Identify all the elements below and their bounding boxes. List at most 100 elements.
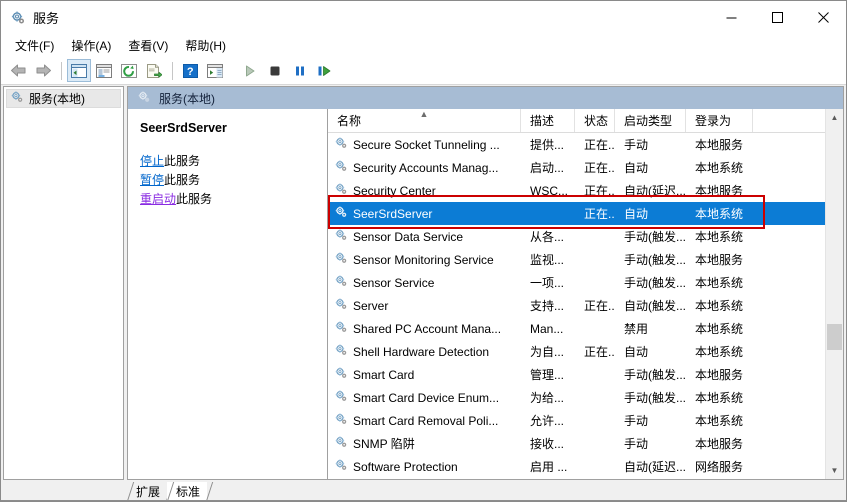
stop-service-suffix: 此服务 [164,154,201,168]
cell-log-on-as: 网络服务 [695,460,744,474]
services-list: 名称 ▲ 描述 状态 启动类型 登录为 Secure Socket Tunneling .… [328,109,843,479]
refresh-button[interactable] [117,59,141,82]
service-gear-icon [334,274,348,291]
cell-name: Sensor Service [328,274,521,291]
cell-description: Man... [530,321,564,336]
maximize-button[interactable] [754,1,800,34]
menu-view[interactable]: 查看(V) [120,34,177,57]
service-gear-icon [334,205,348,222]
table-row[interactable]: Secure Socket Tunneling ... 提供... 正在... 手动 本… [328,133,843,156]
show-action-pane-button[interactable] [203,59,227,82]
list-vertical-scrollbar[interactable]: ▲ ▼ [825,109,843,479]
back-button[interactable] [6,59,30,82]
cell-startup-type: 禁用 [624,322,649,336]
properties-button[interactable] [92,59,116,82]
column-description-label: 描述 [530,114,555,128]
table-row[interactable]: SNMP 陷阱 接收... 手动 本地服务 [328,432,843,455]
scroll-track[interactable] [826,126,843,462]
close-button[interactable] [800,1,846,34]
cell-status: 正在... [584,138,615,152]
service-gear-icon [334,182,348,199]
menu-file[interactable]: 文件(F) [7,34,63,57]
selected-service-title: SeerSrdServer [140,121,227,135]
minimize-button[interactable] [708,1,754,34]
cell-description: 管理... [530,368,565,382]
table-row[interactable]: Smart Card Removal Poli... 允许... 手动 本地系统 [328,409,843,432]
pause-service-link[interactable]: 暂停 [140,173,164,187]
cell-description: 为自... [530,345,565,359]
column-startup-type[interactable]: 启动类型 [615,109,686,132]
cell-description: 接收... [530,437,565,451]
table-row[interactable]: Sensor Service 一项... 手动(触发... 本地系统 [328,271,843,294]
table-row[interactable]: Shell Hardware Detection 为自... 正在... 自动 本地系统 [328,340,843,363]
table-row[interactable]: Security Center WSC... 正在... 自动(延迟... 本地服务 [328,179,843,202]
tab-extended[interactable]: 扩展 [127,482,168,501]
table-row[interactable]: Server 支持... 正在... 自动(触发... 本地系统 [328,294,843,317]
column-startup-type-label: 启动类型 [624,114,673,128]
cell-status: 正在... [584,161,615,175]
table-row[interactable]: SeerSrdServer 正在... 自动 本地系统 [328,202,843,225]
table-row[interactable]: Smart Card Device Enum... 为给... 手动(触发... 本地… [328,386,843,409]
stop-service-link[interactable]: 停止 [140,154,164,168]
scroll-thumb[interactable] [827,324,842,351]
column-status-label: 状态 [584,114,609,128]
tab-baseline [1,500,846,501]
column-name[interactable]: 名称 ▲ [328,109,521,132]
cell-description: 从各... [530,230,565,244]
cell-log-on-as: 本地系统 [695,391,744,405]
table-row[interactable]: Software Protection 启用 ... 自动(延迟... 网络服务 [328,455,843,478]
column-log-on-as[interactable]: 登录为 [686,109,753,132]
cell-description: 一项... [530,276,565,290]
stop-service-button[interactable] [263,59,287,82]
restart-service-button[interactable] [313,59,337,82]
cell-description: 提供... [530,138,565,152]
cell-log-on-as: 本地服务 [695,138,744,152]
service-details-panel: SeerSrdServer 停止此服务 暂停此服务 重启动此服务 [128,109,328,479]
restart-service-link[interactable]: 重启动 [140,192,176,206]
cell-status: 正在... [584,207,615,221]
start-service-button[interactable] [238,59,262,82]
pane-header: 服务(本地) [128,87,843,109]
cell-startup-type: 手动(触发... [624,368,686,382]
table-row[interactable]: Sensor Monitoring Service 监视... 手动(触发... 本地… [328,248,843,271]
cell-startup-type: 自动 [624,345,649,359]
service-name-label: Software Protection [353,459,458,474]
column-description[interactable]: 描述 [521,109,575,132]
service-gear-icon [334,159,348,176]
menu-help[interactable]: 帮助(H) [177,34,235,57]
cell-name: Shared PC Account Mana... [328,320,521,337]
export-list-button[interactable] [142,59,166,82]
service-name-label: Smart Card [353,367,415,382]
column-log-on-as-label: 登录为 [695,114,732,128]
cell-log-on-as: 本地系统 [695,322,744,336]
scroll-up-button[interactable]: ▲ [826,109,843,126]
cell-log-on-as: 本地系统 [695,230,744,244]
results-pane: 服务(本地) SeerSrdServer 停止此服务 暂停此服务 重启动此服务 [127,86,844,480]
forward-button[interactable] [31,59,55,82]
scroll-down-button[interactable]: ▼ [826,462,843,479]
cell-description: 监视... [530,253,565,267]
cell-description: 为给... [530,391,565,405]
cell-startup-type: 手动 [624,414,649,428]
table-row[interactable]: Smart Card 管理... 手动(触发... 本地服务 [328,363,843,386]
list-column-headers: 名称 ▲ 描述 状态 启动类型 登录为 [328,109,843,133]
table-row[interactable]: Shared PC Account Mana... Man... 禁用 本地系统 [328,317,843,340]
cell-status: 正在... [584,345,615,359]
table-row[interactable]: Sensor Data Service 从各... 手动(触发... 本地系统 [328,225,843,248]
service-name-label: Server [353,298,389,313]
tab-standard-label: 标准 [176,485,201,499]
column-status[interactable]: 状态 [575,109,615,132]
service-name-label: SNMP 陷阱 [353,437,415,451]
cell-status: 正在... [584,299,615,313]
service-name-label: Shared PC Account Mana... [353,321,502,336]
show-hide-tree-button[interactable] [67,59,91,82]
tree-item-services-local[interactable]: 服务(本地) [6,89,121,108]
pause-service-button[interactable] [288,59,312,82]
help-button[interactable]: ? [178,59,202,82]
menu-action[interactable]: 操作(A) [63,34,120,57]
tab-standard[interactable]: 标准 [167,482,208,501]
service-gear-icon [334,136,348,153]
cell-log-on-as: 本地系统 [695,345,744,359]
table-row[interactable]: Security Accounts Manag... 启动... 正在... 自动 本地… [328,156,843,179]
cell-log-on-as: 本地系统 [695,276,744,290]
